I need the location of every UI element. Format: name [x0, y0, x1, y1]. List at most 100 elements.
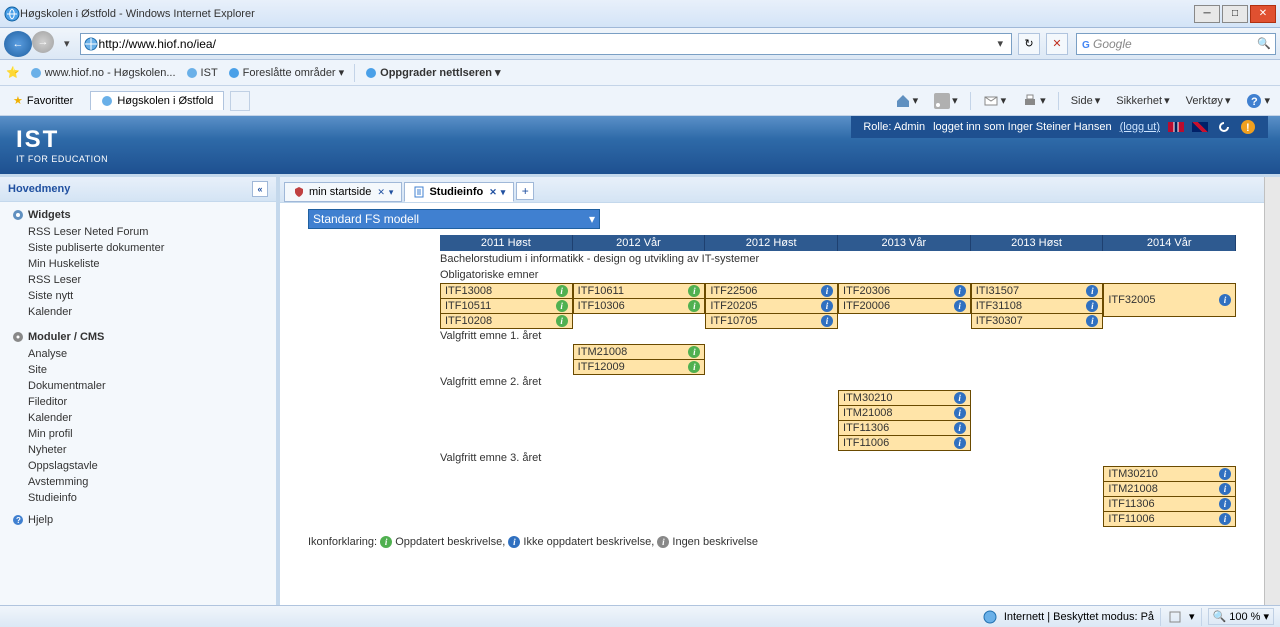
page-tab[interactable]: Høgskolen i Østfold — [90, 91, 224, 110]
link-ist[interactable]: IST — [186, 67, 218, 79]
info-outdated-icon: i — [1219, 498, 1231, 510]
address-bar[interactable]: ▾ — [80, 33, 1012, 55]
tab-startpage[interactable]: min startside ✕ ▾ — [284, 182, 402, 202]
course-cell[interactable]: ITF20306i — [838, 283, 971, 299]
sidebar-item[interactable]: Dokumentmaler — [0, 378, 276, 394]
back-button[interactable]: ← — [4, 31, 32, 57]
sidebar-item[interactable]: Avstemming — [0, 474, 276, 490]
course-cell[interactable]: ITF11006i — [838, 435, 971, 451]
sidebar-item[interactable]: Siste nytt — [0, 288, 276, 304]
course-cell[interactable]: ITF11306i — [838, 420, 971, 436]
sidebar-item[interactable]: Min Huskeliste — [0, 256, 276, 272]
search-button[interactable]: 🔍 — [1257, 37, 1271, 50]
favorites-star-icon[interactable]: ⭐ — [6, 66, 20, 79]
sidebar-item-help[interactable]: ? Hjelp — [0, 512, 276, 528]
favorites-button[interactable]: ★Favoritter — [6, 91, 80, 110]
course-cell[interactable]: ITF20205i — [705, 298, 838, 314]
course-cell[interactable]: ITF22506i — [705, 283, 838, 299]
svg-text:?: ? — [16, 516, 21, 525]
feeds-button[interactable]: ▾ — [930, 91, 962, 111]
link-suggested[interactable]: Foreslåtte områder ▾ — [228, 66, 344, 79]
course-cell[interactable]: ITM21008i — [1103, 481, 1236, 497]
sidebar-item[interactable]: Siste publiserte dokumenter — [0, 240, 276, 256]
print-button[interactable]: ▾ — [1018, 91, 1050, 111]
course-cell[interactable]: ITF30307i — [971, 313, 1104, 329]
tab-add-button[interactable]: + — [516, 182, 534, 200]
sidebar-item[interactable]: RSS Leser — [0, 272, 276, 288]
app-header: IST IT FOR EDUCATION Rolle: Admin logget… — [0, 116, 1280, 174]
sidebar-item[interactable]: Kalender — [0, 304, 276, 320]
course-cell[interactable]: ITF32005i — [1103, 283, 1236, 317]
sidebar-item[interactable]: Analyse — [0, 346, 276, 362]
flag-en-icon[interactable] — [1192, 122, 1208, 132]
course-cell[interactable]: ITF10208i — [440, 313, 573, 329]
course-cell[interactable]: ITF10306i — [573, 298, 706, 314]
sidebar-item[interactable]: Site — [0, 362, 276, 378]
stop-button[interactable]: ✕ — [1046, 33, 1068, 55]
sidebar-item[interactable]: Fileditor — [0, 394, 276, 410]
course-cell[interactable]: ITF11306i — [1103, 496, 1236, 512]
tab-pin-icon[interactable]: ▾ — [501, 187, 506, 198]
role-bar: Rolle: Admin logget inn som Inger Steine… — [851, 116, 1268, 138]
sidebar-item[interactable]: Kalender — [0, 410, 276, 426]
info-outdated-icon: i — [954, 285, 966, 297]
ie-icon — [4, 6, 20, 22]
link-hiof[interactable]: www.hiof.no - Høgskolen... — [30, 67, 176, 79]
sidebar-item[interactable]: Oppslagstavle — [0, 458, 276, 474]
sidebar-item[interactable]: Min profil — [0, 426, 276, 442]
course-cell[interactable]: ITF11006i — [1103, 511, 1236, 527]
course-cell[interactable]: ITM30210i — [838, 390, 971, 406]
help-button[interactable]: ?▾ — [1242, 91, 1274, 111]
course-cell[interactable]: ITM30210i — [1103, 466, 1236, 482]
maximize-button[interactable]: □ — [1222, 5, 1248, 23]
forward-button[interactable]: → — [32, 31, 54, 53]
tools-menu[interactable]: Verktøy ▾ — [1182, 92, 1235, 109]
tab-pin-icon[interactable]: ▾ — [389, 187, 394, 198]
new-tab-button[interactable] — [230, 91, 250, 111]
safety-menu[interactable]: Sikkerhet ▾ — [1112, 92, 1173, 109]
sidebar-item[interactable]: Nyheter — [0, 442, 276, 458]
course-cell[interactable]: ITF10511i — [440, 298, 573, 314]
search-input[interactable] — [1093, 37, 1253, 51]
link-upgrade[interactable]: Oppgrader nettlseren ▾ — [365, 66, 500, 79]
tab-close-icon[interactable]: ✕ — [377, 187, 385, 198]
minimize-button[interactable]: ─ — [1194, 5, 1220, 23]
course-cell[interactable]: ITM21008i — [838, 405, 971, 421]
zoom-control[interactable]: 🔍 100 % ▾ — [1208, 608, 1274, 625]
protected-mode-icon[interactable] — [1167, 609, 1183, 625]
tab-close-icon[interactable]: ✕ — [489, 187, 497, 198]
course-cell[interactable]: ITM21008i — [573, 344, 706, 360]
nav-history-dropdown[interactable]: ▾ — [58, 37, 76, 50]
home-button[interactable]: ▾ — [891, 91, 923, 111]
info-icon[interactable]: ! — [1240, 119, 1256, 135]
mail-button[interactable]: ▾ — [979, 91, 1011, 111]
course-cell[interactable]: ITF13008i — [440, 283, 573, 299]
url-dropdown[interactable]: ▾ — [991, 37, 1009, 50]
globe-icon — [101, 95, 113, 107]
sidebar-collapse-button[interactable]: « — [252, 181, 268, 197]
flag-no-icon[interactable] — [1168, 122, 1184, 132]
search-bar[interactable]: G 🔍 — [1076, 33, 1276, 55]
model-select[interactable]: Standard FS modell▾ — [308, 209, 600, 229]
course-cell[interactable]: ITF12009i — [573, 359, 706, 375]
tab-studieinfo[interactable]: Studieinfo ✕ ▾ — [404, 182, 514, 202]
course-cell[interactable]: ITF10611i — [573, 283, 706, 299]
sidebar-item[interactable]: Studieinfo — [0, 490, 276, 506]
info-outdated-icon: i — [821, 285, 833, 297]
refresh-icon[interactable] — [1216, 119, 1232, 135]
close-button[interactable]: ✕ — [1250, 5, 1276, 23]
course-cell[interactable]: ITF31108i — [971, 298, 1104, 314]
course-cell[interactable]: ITF10705i — [705, 313, 838, 329]
url-input[interactable] — [99, 37, 992, 51]
section-label: Valgfritt emne 2. året — [440, 374, 1236, 390]
course-cell[interactable]: ITI31507i — [971, 283, 1104, 299]
logout-link[interactable]: (logg ut) — [1120, 121, 1160, 133]
sidebar-item[interactable]: RSS Leser Neted Forum — [0, 224, 276, 240]
refresh-button[interactable]: ↻ — [1018, 33, 1040, 55]
page-menu[interactable]: Side ▾ — [1067, 92, 1105, 109]
ie-icon — [228, 67, 240, 79]
statusbar: Internett | Beskyttet modus: På ▾ 🔍 100 … — [0, 605, 1280, 627]
scrollbar[interactable] — [1264, 177, 1280, 605]
course-cell[interactable]: ITF20006i — [838, 298, 971, 314]
navbar: ← → ▾ ▾ ↻ ✕ G 🔍 — [0, 28, 1280, 60]
